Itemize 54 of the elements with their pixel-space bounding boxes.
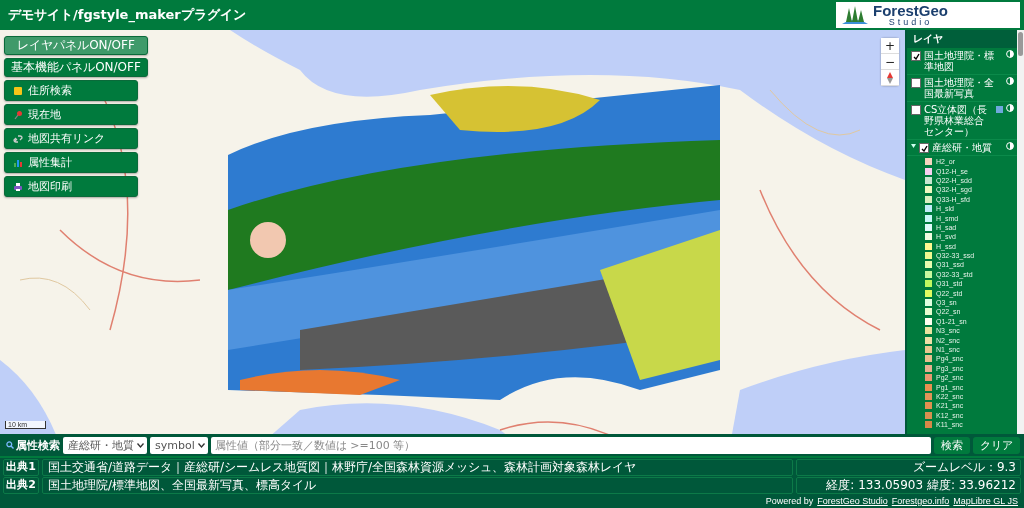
zoom-out-button[interactable]: − (881, 54, 899, 70)
panel-toggle-button[interactable]: 基本機能パネルON/OFF (4, 58, 148, 77)
note-icon (13, 85, 23, 96)
tool-button[interactable]: 地図印刷 (4, 176, 138, 197)
source-text: 国土交通省/道路データ｜産総研/シームレス地質図｜林野庁/全国森林資源メッシュ、森林計画対象森林レイヤ (42, 459, 793, 476)
app-title: デモサイト/fgstyle_makerプラグイン (8, 6, 246, 24)
check-icon (920, 144, 928, 152)
chevron-down-icon (137, 442, 144, 448)
layer-name: 国土地理院・全国最新写真 (924, 77, 995, 99)
credit-link[interactable]: ForestGeo Studio (817, 496, 888, 507)
chevron-down-icon (197, 442, 205, 448)
search-icon (6, 441, 14, 449)
opacity-icon[interactable] (1006, 142, 1014, 150)
compass-button[interactable] (881, 70, 899, 86)
scrollbar[interactable] (1017, 30, 1024, 434)
layer-name: CS立体図（長野県林業総合センター） (924, 104, 989, 137)
layer-dropdown[interactable]: 産総研・地質 (63, 436, 147, 454)
opacity-icon[interactable] (1006, 77, 1014, 85)
layer-checkbox[interactable] (911, 78, 921, 88)
tool-button[interactable]: 属性集計 (4, 152, 138, 173)
attribute-value-field[interactable]: 属性値（部分一致／数値は >=100 等） (210, 436, 931, 454)
credit-link[interactable]: MapLibre GL JS (953, 496, 1018, 507)
layer-checkbox[interactable] (911, 51, 921, 61)
panel-toggle-button[interactable]: レイヤパネルON/OFF (4, 36, 148, 55)
source-text: 国土地理院/標準地図、全国最新写真、標高タイル (42, 477, 793, 494)
logo-subtitle: Studio (888, 18, 933, 27)
clear-button[interactable]: クリア (973, 436, 1020, 454)
opacity-icon[interactable] (1006, 104, 1014, 112)
bar-chart-icon (13, 157, 23, 168)
panel-title: レイヤ (907, 30, 1017, 48)
tool-button[interactable]: 住所検索 (4, 80, 138, 101)
search-button[interactable]: 検索 (934, 436, 970, 454)
logo-name: ForestGeo (873, 3, 948, 18)
tool-button[interactable]: 地図共有リンク (4, 128, 138, 149)
compass-icon (886, 71, 894, 84)
credit-link[interactable]: Forestgeo.info (891, 496, 950, 507)
map-info: 経度: 133.05903 緯度: 33.96212 (796, 477, 1021, 494)
credit-text: Powered by (765, 496, 814, 507)
link-icon (13, 133, 23, 144)
tool-button[interactable]: 現在地 (4, 104, 138, 125)
layer-checkbox[interactable] (911, 105, 921, 115)
field-dropdown[interactable]: symbol (150, 436, 208, 454)
opacity-icon[interactable] (1006, 50, 1014, 58)
pushpin-icon (13, 109, 23, 120)
map-info: ズームレベル：9.3 (796, 459, 1021, 476)
search-label: 属性検索 (16, 437, 60, 453)
source-label: 出典1 (3, 459, 39, 476)
zoom-in-button[interactable]: + (881, 38, 899, 54)
check-icon (912, 52, 920, 60)
layer-checkbox[interactable] (919, 143, 929, 153)
layer-name: 国土地理院・標準地図 (924, 50, 995, 72)
printer-icon (13, 181, 23, 192)
layer-name: 産総研・地質 (932, 142, 993, 153)
source-label: 出典2 (3, 477, 39, 494)
